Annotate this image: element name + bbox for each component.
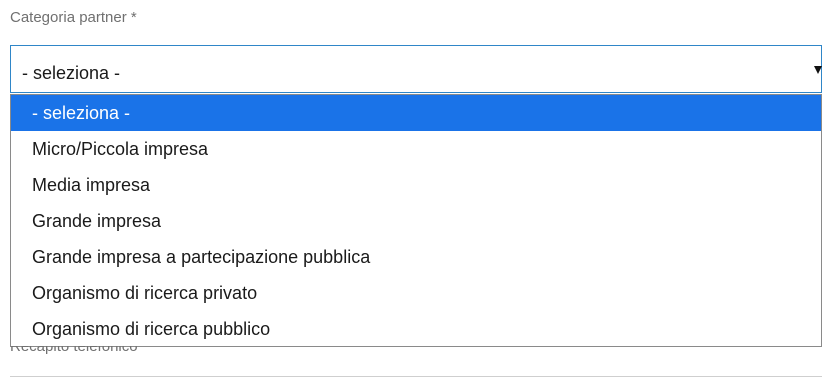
dropdown-option[interactable]: Grande impresa a partecipazione pubblica <box>11 239 821 275</box>
dropdown-option[interactable]: Grande impresa <box>11 203 821 239</box>
dropdown-option[interactable]: - seleziona - <box>11 95 821 131</box>
dropdown-option[interactable]: Media impresa <box>11 167 821 203</box>
category-select-value: - seleziona - <box>22 63 121 83</box>
phone-field-label: Recapito telefonico <box>10 346 138 358</box>
dropdown-option[interactable]: Micro/Piccola impresa <box>11 131 821 167</box>
phone-field-label-text: Recapito telefonico <box>10 346 138 355</box>
dropdown-option[interactable]: Organismo di ricerca privato <box>11 275 821 311</box>
category-dropdown-list: - seleziona - Micro/Piccola impresa Medi… <box>10 94 822 347</box>
category-field-label: Categoria partner * <box>10 9 137 26</box>
chevron-down-icon[interactable] <box>814 66 822 74</box>
dropdown-option[interactable]: Organismo di ricerca pubblico <box>11 311 821 347</box>
phone-input[interactable] <box>10 376 822 377</box>
category-select[interactable] <box>10 45 822 93</box>
